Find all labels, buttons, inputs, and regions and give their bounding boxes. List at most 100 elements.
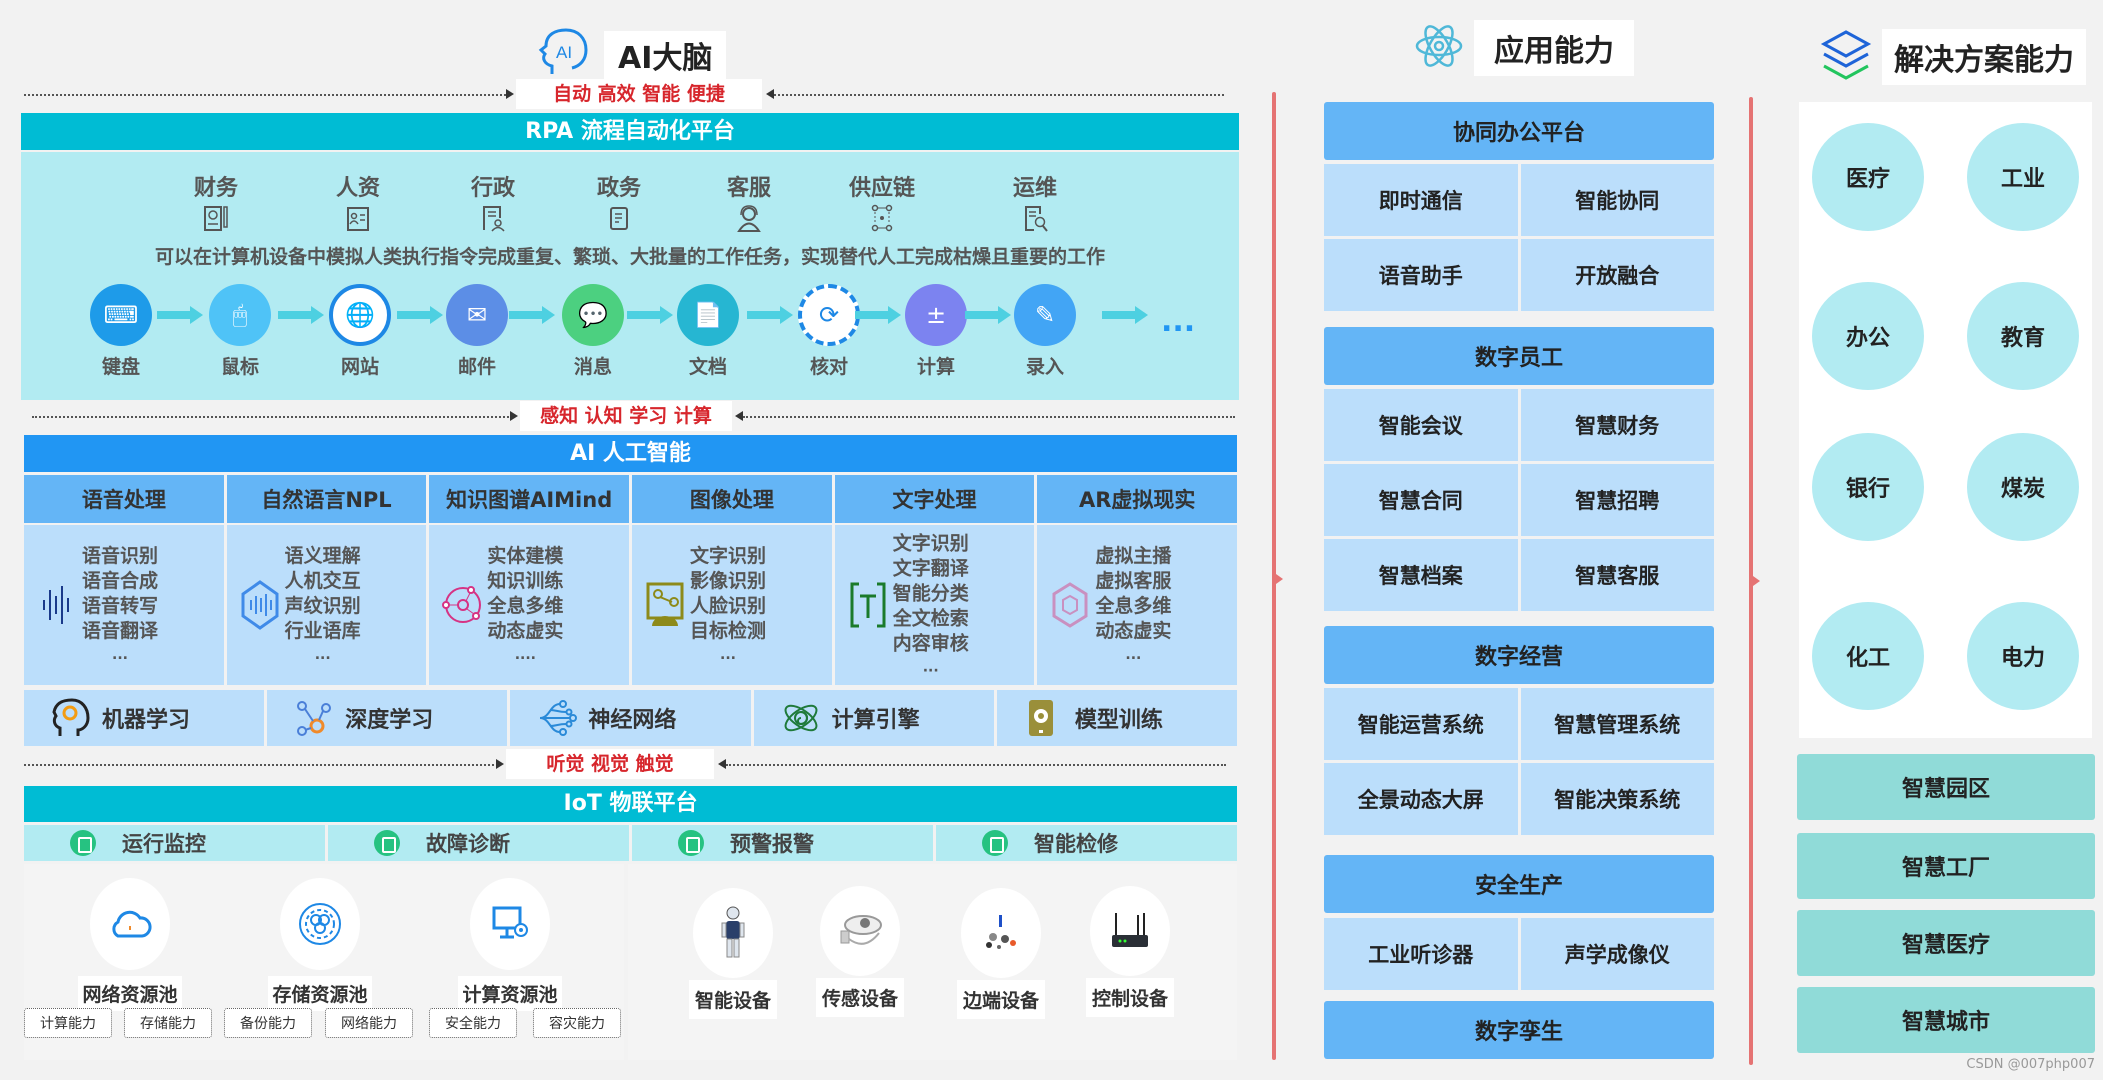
dept-label: 财务 [193,176,238,201]
atom-icon [1414,23,1464,73]
ai-col-image: 图像处理 文字识别 影像识别 人脸识别 目标检测 ... [632,475,832,685]
dept-supply-chain: 供应链 [837,170,927,232]
industry-item: 银行 [1812,433,1924,541]
flow-step-label: 计算 [916,356,955,378]
ai-item-more: ... [1125,647,1142,663]
keyboard-icon: ⌨ [90,284,152,346]
ai-col-knowledge-graph: 知识图谱AIMind 实体建模 知识训练 全息多维 动态虚实 .... [429,475,630,685]
ai-item: 行业语库 [284,620,361,642]
pool-compute: 计算资源池 [440,878,580,1011]
app-item: 工业听诊器 [1324,918,1518,990]
app-group-items: 智能会议 智慧财务 智慧合同 智慧招聘 智慧档案 智慧客服 [1324,389,1714,611]
industry-item: 电力 [1967,602,2079,710]
arrow-left-icon [718,759,726,769]
flow-arrow-icon [1102,306,1148,324]
flow-step-message: 💬 消息 [553,284,633,379]
app-group-header: 数字经营 [1324,626,1714,684]
id-card-icon [347,207,369,231]
app-item: 智能会议 [1324,389,1518,461]
flow-arrow-icon [509,306,555,324]
ai-col-text: 文字处理 文字识别 文字翻译 智能分类 全文检索 内容审核 ... [834,475,1035,685]
knowledge-graph-icon [442,586,482,623]
iot-function-monitor: 运行监控 [24,825,325,861]
app-item: 智慧招聘 [1520,464,1714,536]
ai-item: 动态虚实 [487,620,564,642]
flow-step-label: 键盘 [101,356,140,378]
foundation-label: 模型训练 [1074,708,1163,733]
app-item: 智慧档案 [1324,539,1518,611]
pool-label: 计算资源池 [458,976,562,1011]
headset-agent-icon [737,205,761,232]
rpa-body: 财务 人资 行政 政务 客服 供应链 运维 可以在计算机设备中模拟人类执行指令完… [21,152,1239,400]
storage-orbit-icon [299,903,341,945]
ai-item: 动态虚实 [1095,620,1172,642]
smart-solution: 智慧城市 [1797,987,2095,1053]
ai-item-more: ... [314,647,331,663]
device-label: 控制设备 [1085,978,1174,1017]
flow-more: ... [1161,304,1196,339]
ai-header: AI 人工智能 [24,435,1237,472]
flow-step-calculate: ± 计算 [896,284,976,379]
ai-item-more: .... [514,647,536,663]
app-group-title: 安全生产 [1474,874,1563,899]
dept-label: 客服 [726,176,771,201]
flow-step-website: 🌐 网站 [320,284,400,379]
ai-item: 实体建模 [487,545,564,567]
smart-solution: 智慧工厂 [1797,833,2095,899]
rpa-flow: ⌨ 键盘 🖱 鼠标 🌐 网站 ✉ 邮件 💬 消息 📄 文档 ⟳ 核对 ± 计算 ✎ 录入 ... [81,284,1201,384]
layers-icon [1820,28,1872,86]
ai-item: 全息多维 [487,595,564,617]
alert-doc-icon [678,830,704,856]
ai-item: 语义理解 [284,545,361,567]
computer-gear-icon [492,906,528,939]
iot-header: IoT 物联平台 [24,786,1237,822]
document-icon: 📄 [677,284,739,346]
app-item: 声学成像仪 [1520,918,1714,990]
flow-step-label: 核对 [809,356,848,378]
dept-label: 人资 [335,176,380,201]
foundation-label: 计算引擎 [831,708,920,733]
text-scan-icon [850,582,886,628]
ai-item: 声纹识别 [284,595,361,617]
connector-line [24,94,510,96]
dept-customer-service: 客服 [704,170,794,232]
ai-col-title: 知识图谱AIMind [429,475,630,523]
app-group-items: 即时通信 智能协同 语音助手 开放融合 [1324,164,1714,311]
flow-arrow-icon [627,306,673,324]
iot-title: IoT 物联平台 [563,791,698,816]
flow-step-label: 网站 [340,356,379,378]
ai-col-title: 文字处理 [834,475,1035,523]
arrow-left-icon [735,411,743,421]
diagnosis-icon [374,830,400,856]
app-group-title: 数字员工 [1474,346,1563,371]
industry-item: 化工 [1812,602,1924,710]
ai-col-items: 文字识别 文字翻译 智能分类 全文检索 内容审核 ... [893,532,969,679]
capability-tag: 计算能力 [24,1008,112,1038]
industry-item: 煤炭 [1967,433,2079,541]
arrow-right-icon [506,89,514,99]
brain-head-icon [52,698,90,736]
app-group-title: 数字孪生 [1474,1020,1563,1045]
app-group-header: 数字员工 [1324,327,1714,385]
molecule-icon [297,701,332,736]
device-edge: 边端设备 [941,888,1061,1019]
ai-item-more: ... [112,647,128,663]
device-smart: 智能设备 [678,888,788,1019]
industries-panel: 医疗 工业 办公 教育 银行 煤炭 化工 电力 [1799,102,2092,738]
finance-doc-icon [204,206,228,231]
foundation-compute-engine: 计算引擎 [753,690,994,746]
flow-step-mouse: 🖱 鼠标 [200,284,280,379]
foundation-deep-learning: 深度学习 [267,690,508,746]
rpa-description: 可以在计算机设备中模拟人类执行指令完成重复、繁琐、大批量的工作任务，实现替代人工… [154,246,1105,268]
foundation-label: 深度学习 [345,708,434,733]
dept-operations: 运维 [990,170,1080,232]
iot-function-label: 预警报警 [730,832,814,856]
dept-finance: 财务 [171,170,261,232]
svg-text:AI: AI [556,43,572,62]
ai-col-items: 虚拟主播 虚拟客服 全息多维 动态虚实 ... [1095,544,1171,666]
supply-chain-icon [871,204,893,232]
app-group-header: 安全生产 [1324,855,1714,913]
edge-device-icon [986,915,1016,949]
robot-icon [721,906,745,958]
app-item: 智慧财务 [1520,389,1714,461]
